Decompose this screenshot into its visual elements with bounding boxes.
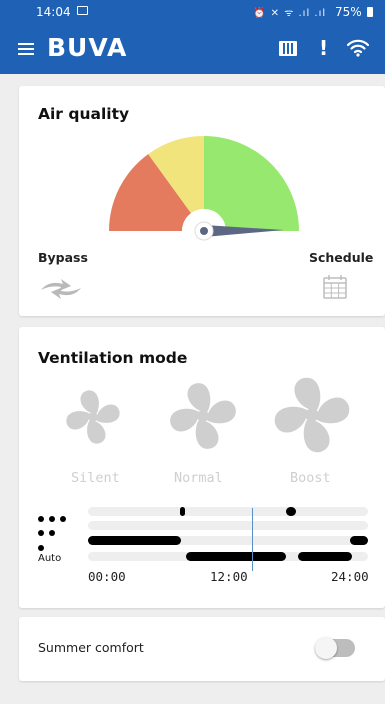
air-quality-title: Air quality [38, 105, 130, 123]
timeline-segment [298, 552, 352, 561]
schedule-label: Schedule [309, 250, 374, 265]
fan-silent-icon[interactable] [63, 387, 123, 447]
app-bar: BUVA ! [0, 24, 385, 74]
mode-boost-label[interactable]: Boost [290, 470, 331, 486]
auto-label: Auto [38, 553, 62, 564]
timeline-segment [186, 552, 286, 561]
brand-logo: BUVA [47, 33, 128, 62]
alert-icon[interactable]: ! [319, 36, 328, 60]
status-bar: 14:04 ⏰ ✕ ᯤ .ıl .ıl 75% [0, 0, 385, 24]
summer-comfort-toggle[interactable] [315, 636, 359, 660]
timeline-row-auto [88, 552, 368, 561]
timeline-segment [88, 536, 181, 545]
status-time: 14:04 [36, 5, 71, 19]
ventilation-title: Ventilation mode [38, 349, 188, 367]
timeline-row-boost [88, 507, 368, 516]
summer-comfort-label: Summer comfort [38, 640, 144, 655]
timeline-row-normal [88, 521, 368, 530]
gallery-notification-icon [77, 6, 88, 15]
summer-comfort-card: Summer comfort [19, 617, 385, 681]
mode-normal-label[interactable]: Normal [174, 470, 223, 486]
wifi-icon[interactable] [347, 39, 369, 57]
tick-label: 00:00 [88, 569, 126, 584]
menu-icon[interactable] [18, 43, 34, 55]
timeline-row-silent [88, 536, 368, 545]
bypass-label: Bypass [38, 250, 88, 265]
bypass-icon[interactable] [39, 276, 83, 302]
status-icons: ⏰ ✕ ᯤ .ıl .ıl [253, 8, 327, 19]
calendar-icon[interactable] [322, 274, 348, 300]
air-quality-card: Air quality Bypass Schedule [19, 86, 385, 316]
tick-label: 24:00 [331, 569, 369, 584]
air-quality-gauge [109, 136, 299, 243]
fan-normal-icon[interactable] [166, 379, 240, 453]
ventilation-card: Ventilation mode Silent Normal Boost Aut… [19, 327, 385, 608]
timeline-segment [180, 507, 185, 516]
filter-icon[interactable] [279, 41, 297, 56]
timeline-segment [286, 507, 296, 516]
mode-silent-label[interactable]: Silent [71, 470, 120, 486]
current-time-marker [252, 508, 253, 571]
battery-icon [367, 7, 373, 17]
fan-boost-icon[interactable] [270, 373, 354, 457]
timeline-segment [350, 536, 368, 545]
tick-label: 12:00 [210, 569, 248, 584]
battery-percent: 75% [335, 5, 362, 19]
